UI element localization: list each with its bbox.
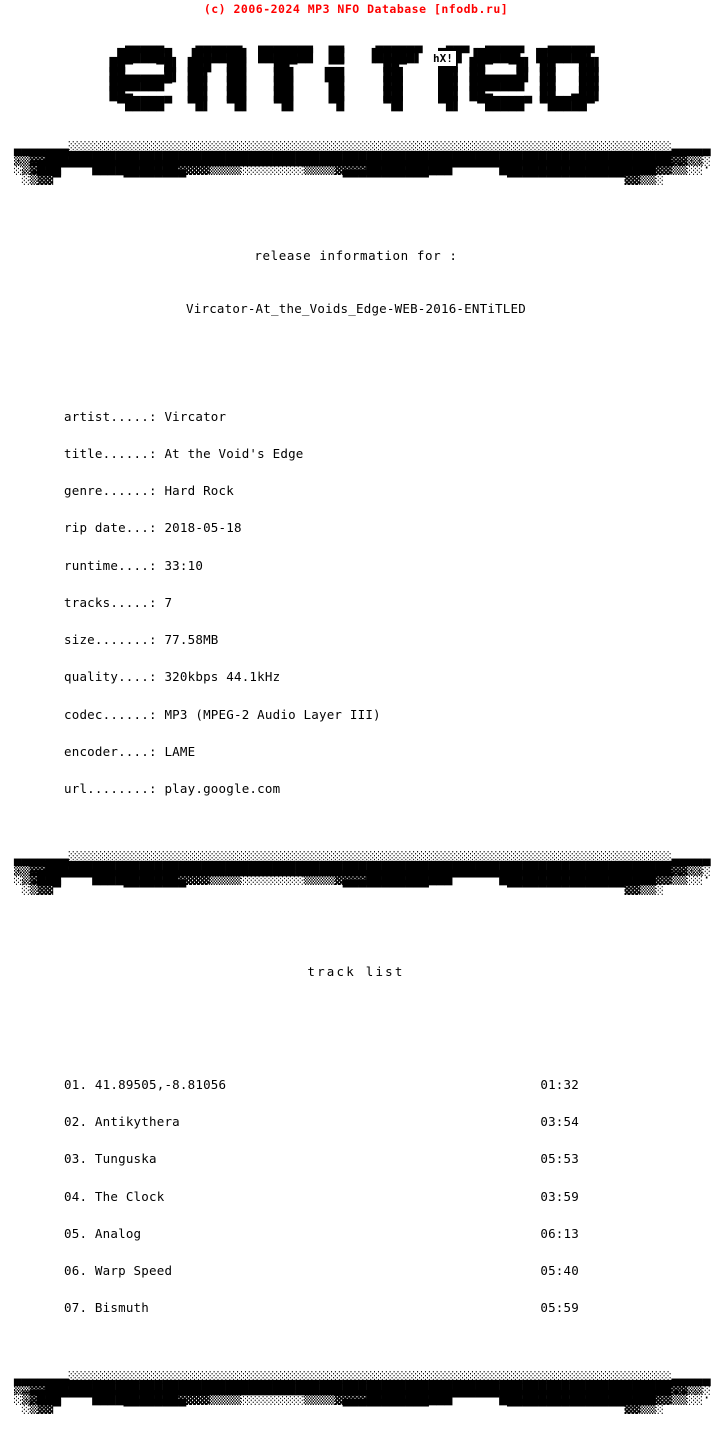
greetings-section: greetings Shout out to all of those who …: [0, 1426, 712, 1440]
release-metadata-list: artist.....: Vircator title......: At th…: [0, 386, 712, 820]
track-duration: 03:59: [540, 1188, 579, 1204]
track-duration: 05:40: [540, 1263, 579, 1279]
entitled-ascii-logo: ▄▄▄▄▄ ▄▄▄▄▄▄ ▄▄▄▄▄▄▄ ▄▄ ▄▄▄▄▄▄ ▄▄▄ ▄▄▄▄▄…: [109, 39, 603, 112]
metadata-row: artist.....: Vircator: [64, 408, 712, 424]
track-duration: 06:13: [540, 1225, 579, 1241]
metadata-row: encoder....: LAME: [64, 743, 712, 759]
metadata-row: quality....: 320kbps 44.1kHz: [64, 669, 712, 685]
metadata-label: rip date...:: [64, 520, 157, 536]
track-row: 06. Warp Speed 05:40: [64, 1263, 579, 1279]
track-number: 01.: [64, 1077, 88, 1093]
logo-artist-tag: hX!: [430, 51, 456, 66]
metadata-label: title......:: [64, 446, 157, 462]
metadata-label: codec......:: [64, 706, 157, 722]
metadata-value: MP3 (MPEG-2 Audio Layer III): [164, 706, 381, 722]
metadata-label: artist.....:: [64, 408, 157, 424]
track-list-title: track list: [307, 964, 405, 980]
track-title: Analog: [94, 1225, 142, 1241]
metadata-label: runtime....:: [64, 557, 157, 573]
track-title: Tunguska: [94, 1151, 157, 1167]
metadata-row: rip date...: 2018-05-18: [64, 520, 712, 536]
track-row: 07. Bismuth 05:59: [64, 1300, 579, 1316]
track-title: Bismuth: [94, 1300, 150, 1316]
metadata-value: 2018-05-18: [164, 520, 242, 536]
metadata-row: genre......: Hard Rock: [64, 483, 712, 499]
track-row: 04. The Clock 03:59: [64, 1188, 579, 1204]
track-row: 03. Tunguska 05:53: [64, 1151, 579, 1167]
release-name: Vircator-At_the_Voids_Edge-WEB-2016-ENTi…: [186, 301, 526, 316]
track-title: 41.89505,-8.81056: [94, 1077, 227, 1093]
metadata-row: url........: play.google.com: [64, 781, 712, 796]
track-duration: 03:54: [540, 1114, 579, 1130]
metadata-label: quality....:: [64, 669, 157, 685]
ascii-divider-top: ▄▄▄▄▄▄▄░░░░░░░░░░░░░░░░░░░░░░░░░░░░░░░░░…: [14, 142, 711, 186]
release-information-heading: release information for :: [254, 248, 458, 263]
track-title: Warp Speed: [94, 1263, 173, 1279]
metadata-value: 77.58MB: [164, 632, 219, 648]
metadata-row: codec......: MP3 (MPEG-2 Audio Layer III…: [64, 706, 712, 722]
metadata-value: LAME: [164, 743, 196, 759]
metadata-value: At the Void's Edge: [164, 446, 304, 462]
track-duration: 05:59: [540, 1300, 579, 1316]
metadata-label: tracks.....:: [64, 594, 157, 610]
track-duration: 05:53: [540, 1151, 579, 1167]
ascii-divider-middle: ▄▄▄▄▄▄▄░░░░░░░░░░░░░░░░░░░░░░░░░░░░░░░░░…: [14, 852, 711, 896]
ascii-divider-bottom: ▄▄▄▄▄▄▄░░░░░░░░░░░░░░░░░░░░░░░░░░░░░░░░░…: [14, 1371, 711, 1416]
release-information-section: release information for : Vircator-At_th…: [0, 196, 712, 839]
track-number: 04.: [64, 1188, 88, 1204]
track-row: 02. Antikythera 03:54: [64, 1114, 579, 1130]
metadata-label: genre......:: [64, 483, 157, 499]
track-number: 07.: [64, 1300, 88, 1316]
metadata-value-url[interactable]: play.google.com: [164, 781, 280, 796]
track-number: 02.: [64, 1114, 88, 1130]
track-list-section: track list 01. 41.89505,-8.81056 01:32 02…: [0, 906, 712, 1358]
metadata-label: encoder....:: [64, 743, 157, 759]
nfodb-copyright-banner: (c) 2006-2024 MP3 NFO Database [nfodb.ru…: [203, 2, 509, 16]
track-number: 03.: [64, 1151, 88, 1167]
track-number: 05.: [64, 1225, 88, 1241]
track-row: 01. 41.89505,-8.81056 01:32: [64, 1077, 579, 1093]
metadata-value: 7: [164, 594, 173, 610]
metadata-label: size.......:: [64, 632, 157, 648]
metadata-label: url........:: [64, 781, 157, 796]
track-duration: 01:32: [540, 1077, 579, 1093]
track-title: The Clock: [94, 1188, 165, 1204]
metadata-value: 320kbps 44.1kHz: [164, 669, 281, 685]
metadata-row: runtime....: 33:10: [64, 557, 712, 573]
metadata-value: Vircator: [164, 408, 227, 424]
metadata-value: Hard Rock: [164, 483, 234, 499]
metadata-row: tracks.....: 7: [64, 594, 712, 610]
track-list-rows: 01. 41.89505,-8.81056 01:32 02. Antikythe…: [0, 1054, 712, 1339]
group-logo-banner: ▄▄▄▄▄ ▄▄▄▄▄▄ ▄▄▄▄▄▄▄ ▄▄ ▄▄▄▄▄▄ ▄▄▄ ▄▄▄▄▄…: [0, 29, 712, 141]
track-row: 05. Analog 06:13: [64, 1225, 579, 1241]
metadata-value: 33:10: [164, 557, 204, 573]
track-title: Antikythera: [94, 1114, 180, 1130]
track-number: 06.: [64, 1263, 88, 1279]
metadata-row: size.......: 77.58MB: [64, 632, 712, 648]
metadata-row: title......: At the Void's Edge: [64, 446, 712, 462]
